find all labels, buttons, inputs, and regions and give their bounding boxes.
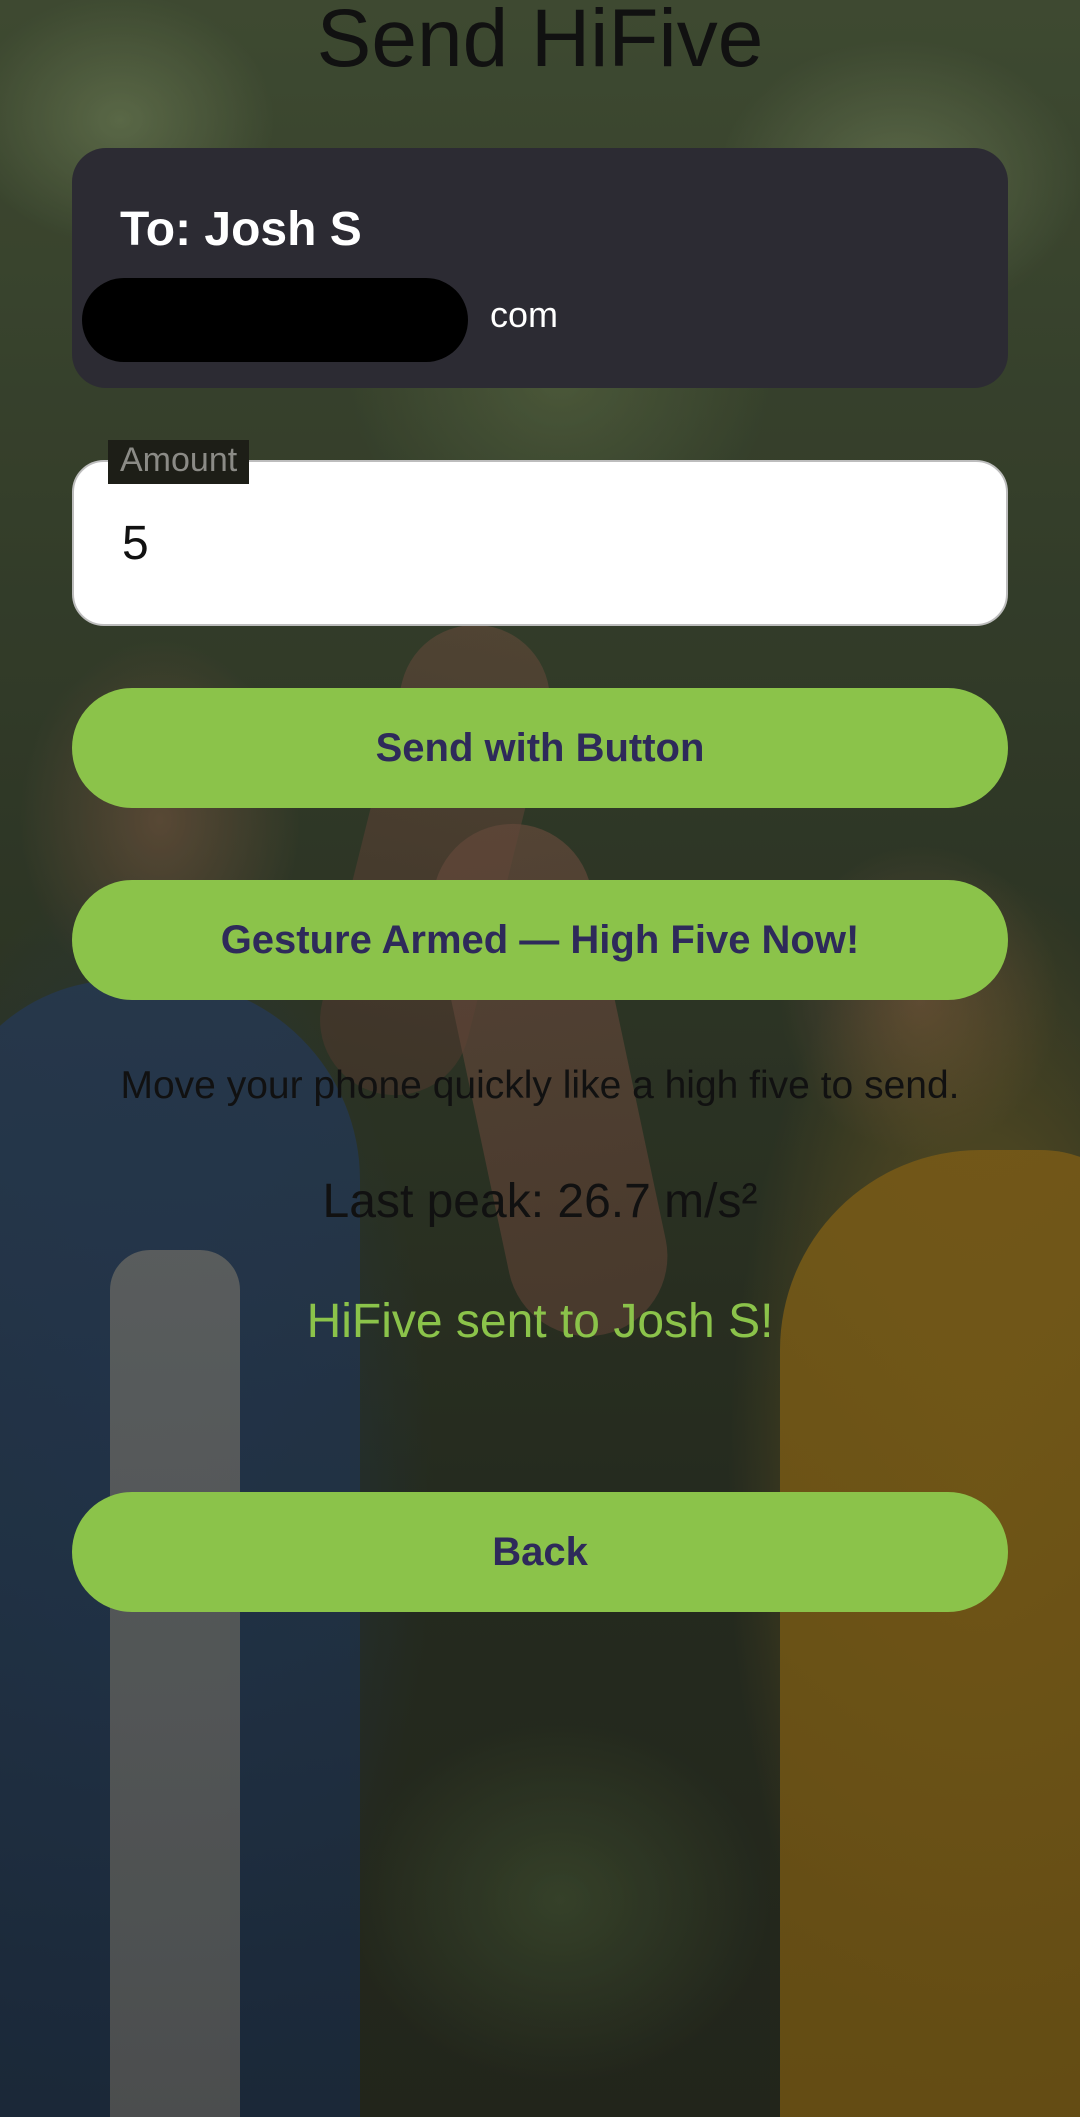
send-with-button-button[interactable]: Send with Button xyxy=(72,688,1008,808)
recipient-name: To: Josh S xyxy=(120,203,362,256)
last-peak-readout: Last peak: 26.7 m/s² xyxy=(322,1175,758,1228)
amount-label-container: Amount xyxy=(108,440,250,484)
recipient-email-suffix: com xyxy=(490,294,559,335)
back-button[interactable]: Back xyxy=(72,1492,1008,1612)
gesture-hint-text: Move your phone quickly like a high five… xyxy=(120,1064,960,1107)
gesture-armed-button[interactable]: Gesture Armed — High Five Now! xyxy=(72,880,1008,1000)
page-title: Send HiFive xyxy=(316,0,764,84)
screen: Send HiFive To: Josh S com 5 Amount Send… xyxy=(0,0,1080,2117)
amount-value: 5 xyxy=(122,517,149,570)
amount-input[interactable]: 5 xyxy=(72,460,1008,626)
email-redaction-mark xyxy=(82,278,468,362)
amount-label: Amount xyxy=(120,441,238,479)
send-status-message: HiFive sent to Josh S! xyxy=(306,1295,774,1348)
